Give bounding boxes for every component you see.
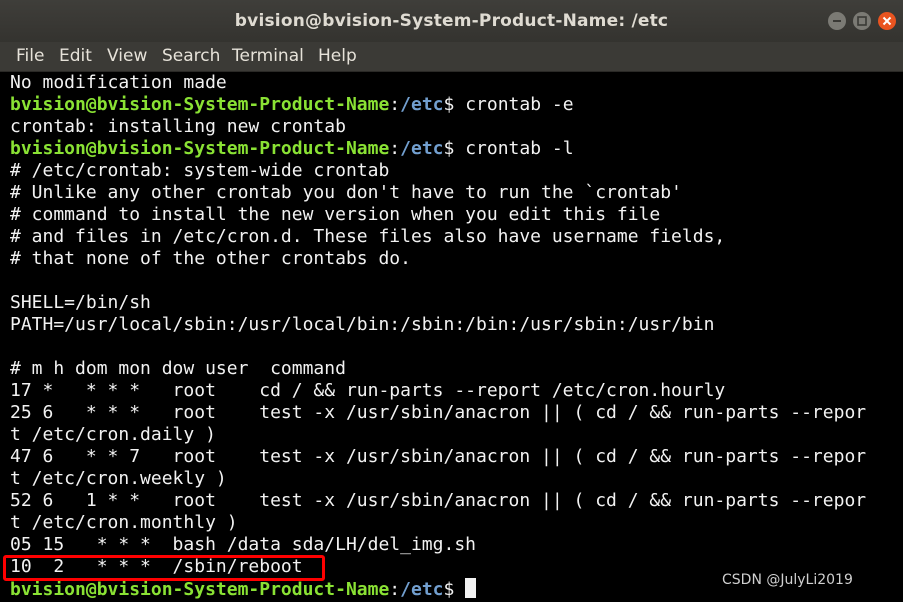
terminal-window: bvision@bvision-System-Product-Name: /et… xyxy=(0,0,903,602)
text-cursor xyxy=(465,578,477,598)
prompt-line: bvision@bvision-System-Product-Name:/etc… xyxy=(10,578,477,600)
terminal-line: No modification made xyxy=(10,72,227,93)
terminal-line: 25 6 * * * root test -x /usr/sbin/anacro… xyxy=(10,402,867,423)
prompt-user: bvision@bvision-System-Product-Name xyxy=(10,94,390,115)
command-text: crontab -e xyxy=(465,94,574,115)
menu-help[interactable]: Help xyxy=(318,46,357,66)
menu-search[interactable]: Search xyxy=(162,46,220,66)
command-text: crontab -l xyxy=(465,138,574,159)
terminal-line: 17 * * * * root cd / && run-parts --repo… xyxy=(10,380,726,401)
terminal-line: # command to install the new version whe… xyxy=(10,204,661,225)
terminal-line: PATH=/usr/local/sbin:/usr/local/bin:/sbi… xyxy=(10,314,715,335)
maximize-button[interactable] xyxy=(853,12,871,30)
prompt-path: /etc xyxy=(400,138,444,159)
title-bar[interactable]: bvision@bvision-System-Product-Name: /et… xyxy=(0,0,903,42)
menu-file[interactable]: File xyxy=(16,46,44,66)
terminal-line: # that none of the other crontabs do. xyxy=(10,248,411,269)
minimize-button[interactable] xyxy=(828,12,846,30)
prompt-path: /etc xyxy=(400,94,444,115)
terminal-line: 05 15 * * * bash /data sda/LH/del_img.sh xyxy=(10,534,476,555)
terminal-line: 52 6 1 * * root test -x /usr/sbin/anacro… xyxy=(10,490,867,511)
menu-edit[interactable]: Edit xyxy=(59,46,92,66)
prompt-line: bvision@bvision-System-Product-Name:/etc… xyxy=(10,94,574,116)
terminal-line: crontab: installing new crontab xyxy=(10,116,346,137)
terminal-output[interactable]: No modification made bvision@bvision-Sys… xyxy=(0,72,903,602)
terminal-line: # and files in /etc/cron.d. These files … xyxy=(10,226,726,247)
terminal-line: SHELL=/bin/sh xyxy=(10,292,151,313)
close-button[interactable] xyxy=(878,12,896,30)
menu-terminal[interactable]: Terminal xyxy=(232,46,304,66)
minimize-icon xyxy=(833,20,841,22)
menu-view[interactable]: View xyxy=(107,46,147,66)
window-title: bvision@bvision-System-Product-Name: /et… xyxy=(234,11,669,31)
prompt-path: /etc xyxy=(400,579,444,600)
prompt-symbol: $ xyxy=(443,579,466,600)
highlight-box xyxy=(3,555,325,581)
watermark: CSDN @JulyLi2019 xyxy=(722,572,853,588)
terminal-line: # m h dom mon dow user command xyxy=(10,358,346,379)
prompt-user: bvision@bvision-System-Product-Name xyxy=(10,579,390,600)
prompt-symbol: $ xyxy=(443,138,466,159)
terminal-line: 47 6 * * 7 root test -x /usr/sbin/anacro… xyxy=(10,446,867,467)
maximize-icon xyxy=(857,16,867,26)
terminal-line: t /etc/cron.weekly ) xyxy=(10,468,227,489)
prompt-symbol: $ xyxy=(443,94,466,115)
prompt-line: bvision@bvision-System-Product-Name:/etc… xyxy=(10,138,574,160)
terminal-line: # /etc/crontab: system-wide crontab xyxy=(10,160,390,181)
prompt-separator: : xyxy=(389,138,401,159)
menu-bar: File Edit View Search Terminal Help xyxy=(0,42,903,72)
terminal-line: t /etc/cron.daily ) xyxy=(10,424,216,445)
prompt-user: bvision@bvision-System-Product-Name xyxy=(10,138,390,159)
terminal-line: # Unlike any other crontab you don't hav… xyxy=(10,182,682,203)
prompt-separator: : xyxy=(389,579,401,600)
close-icon xyxy=(882,16,892,26)
prompt-separator: : xyxy=(389,94,401,115)
terminal-line: t /etc/cron.monthly ) xyxy=(10,512,238,533)
